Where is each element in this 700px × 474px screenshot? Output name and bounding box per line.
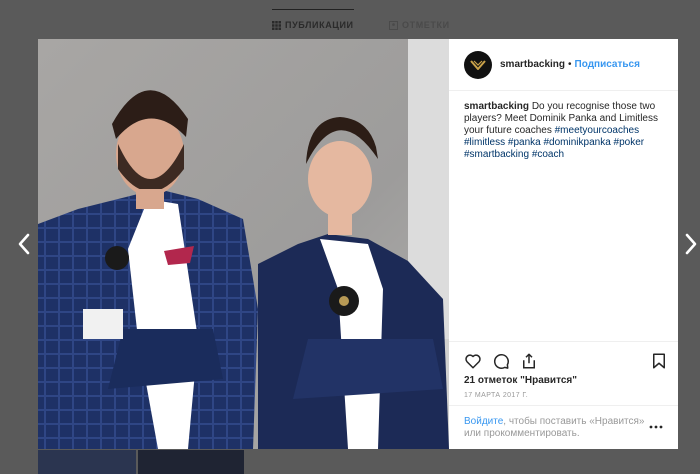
tag-icon <box>389 20 398 30</box>
hashtag[interactable]: #meetyourcoaches <box>555 125 640 136</box>
hashtag[interactable]: #smartbacking <box>464 149 529 160</box>
more-dots-icon[interactable] <box>648 423 664 431</box>
post-date[interactable]: 17 МАРТА 2017 Г. <box>464 392 528 399</box>
tab-tagged-label: ОТМЕТКИ <box>402 20 450 30</box>
post-caption: smartbacking Do you recognise those two … <box>464 101 669 161</box>
smartbacking-logo-icon <box>470 59 486 70</box>
heart-icon[interactable] <box>464 352 482 370</box>
chevron-right-icon[interactable] <box>683 232 699 256</box>
grid-icon <box>272 20 281 30</box>
post-photo <box>38 39 449 449</box>
share-icon[interactable] <box>520 352 538 370</box>
hashtag[interactable]: #poker <box>614 137 645 148</box>
post-actions <box>449 341 678 375</box>
follow-button[interactable]: Подписаться <box>575 59 640 70</box>
avatar[interactable] <box>464 50 492 79</box>
login-prompt: Войдите, чтобы поставить «Нравится» или … <box>449 405 678 449</box>
login-link[interactable]: Войдите <box>464 416 503 427</box>
profile-tabs: ПУБЛИКАЦИИ ОТМЕТКИ <box>0 0 700 40</box>
likes-count-value[interactable]: 21 отметок <box>464 375 517 386</box>
comment-icon[interactable] <box>492 352 510 370</box>
chevron-left-icon[interactable] <box>16 232 32 256</box>
login-prompt-text: Войдите, чтобы поставить «Нравится» или … <box>464 416 649 440</box>
tab-tagged[interactable]: ОТМЕТКИ <box>389 20 450 30</box>
hashtag[interactable]: #panka <box>508 137 541 148</box>
tab-posts[interactable]: ПУБЛИКАЦИИ <box>272 9 354 30</box>
post-sidebar: smartbacking • Подписаться smartbacking … <box>449 39 678 449</box>
photo-illustration <box>38 39 449 449</box>
hashtag[interactable]: #dominikpanka <box>544 137 611 148</box>
header-separator: • <box>568 59 572 70</box>
background-thumbnails <box>38 450 678 474</box>
tab-posts-label: ПУБЛИКАЦИИ <box>285 20 354 30</box>
thumbnail[interactable] <box>138 450 244 474</box>
thumbnail[interactable] <box>38 450 136 474</box>
post-modal: smartbacking • Подписаться smartbacking … <box>38 39 678 449</box>
likes-count-label[interactable]: "Нравится" <box>520 375 577 386</box>
post-header: smartbacking • Подписаться <box>449 39 678 91</box>
header-username[interactable]: smartbacking <box>500 59 565 70</box>
likes-count: 21 отметок "Нравится" <box>464 375 577 386</box>
bookmark-icon[interactable] <box>650 352 668 370</box>
caption-username[interactable]: smartbacking <box>464 101 529 112</box>
hashtag[interactable]: #coach <box>532 149 564 160</box>
hashtag[interactable]: #limitless <box>464 137 505 148</box>
